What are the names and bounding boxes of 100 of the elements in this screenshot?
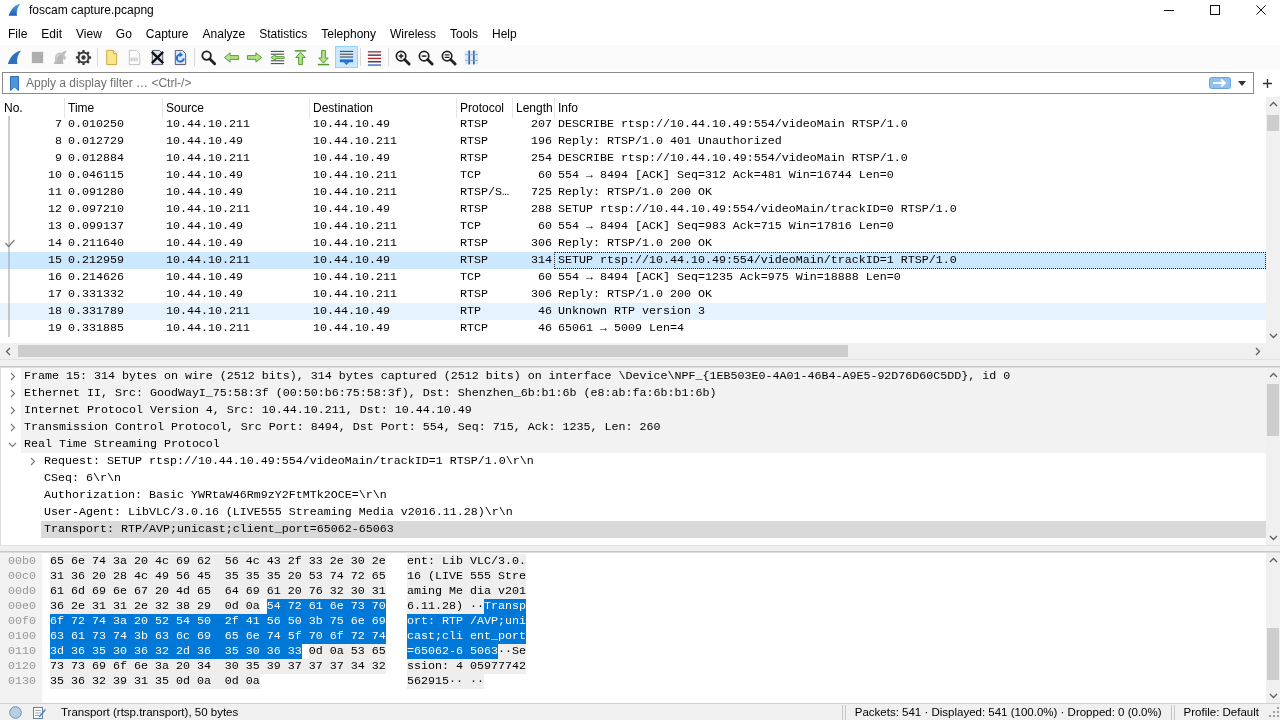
menu-item[interactable]: Go [108, 24, 139, 44]
menu-item[interactable]: Edit [34, 24, 70, 44]
tree-item[interactable]: Ethernet II, Src: GoodWayI_75:58:3f (00:50:b6:75:58:3f), Dst: Shenzhen_6b:b1:6b (e8:ab:fa:6b:b1:6b) [21, 385, 1266, 402]
chevron-right-icon[interactable] [9, 372, 16, 381]
table-cell-text: 10.44.10.49 [165, 167, 244, 184]
display-filter-field[interactable]: Apply a display filter … <Ctrl-/> [2, 72, 1254, 94]
packet-row[interactable]: 19 0.331885 10.44.10.211 10.44.10.49 RTCP 46 65061 → 5009 Len=4 [0, 320, 1266, 337]
status-circle-icon [9, 705, 22, 719]
vertical-scrollbar[interactable] [1266, 553, 1280, 703]
ascii-text: ort: RTP /AVP;uni [407, 614, 526, 629]
table-cell-text: 10 [47, 167, 63, 184]
tree-item[interactable]: User-Agent: LibVLC/3.0.16 (LIVE555 Streaming Media v2016.11.28)\r\n [41, 504, 1266, 521]
chevron-up-icon[interactable] [1268, 372, 1278, 378]
table-cell-text: RTSP [459, 252, 489, 269]
resize-grip-icon [1268, 706, 1280, 718]
table-cell-text: 60 [537, 269, 553, 286]
caret-down-icon [1238, 80, 1246, 86]
table-cell-text: RTSP [459, 201, 489, 218]
packet-row[interactable]: 11 0.091280 10.44.10.49 10.44.10.211 RTSP/S… 725 Reply: RTSP/1.0 200 OK [0, 184, 1266, 201]
hex-offset: 00b0 [7, 554, 36, 569]
table-cell-text: 0.099137 [67, 218, 125, 235]
table-cell-text: 10.44.10.49 [165, 218, 244, 235]
scrollbar-thumb[interactable] [1267, 384, 1279, 436]
table-cell-text: 0.214626 [67, 269, 125, 286]
table-cell-text: 0.097210 [67, 201, 125, 218]
packet-row[interactable]: 7 0.010250 10.44.10.211 10.44.10.49 RTSP 207 DESCRIBE rtsp://10.44.10.49:554/videoMain RTSP/1.0 [0, 116, 1266, 133]
chevron-right-icon[interactable] [1255, 346, 1261, 356]
table-cell-text: RTSP [459, 133, 489, 150]
table-cell-text: RTSP [459, 150, 489, 167]
packet-row[interactable]: 10 0.046115 10.44.10.49 10.44.10.211 TCP 60 554 → 8494 [ACK] Seq=312 Ack=481 Win=16744 Len=0 [0, 167, 1266, 184]
chevron-up-icon[interactable] [1268, 557, 1278, 563]
table-cell-text: RTSP [459, 235, 489, 252]
table-cell-text: 18 [47, 303, 63, 320]
tree-item[interactable]: Request: SETUP rtsp://10.44.10.49:554/videoMain/trackID=1 RTSP/1.0\r\n [41, 453, 1266, 470]
chevron-up-icon[interactable] [1268, 101, 1278, 107]
packet-counts-text: Packets: 541 · Displayed: 541 (100.0%) · Dropped: 0 (0.0%) [854, 706, 1162, 718]
chevron-down-icon[interactable] [8, 441, 17, 448]
hex-bytes: 36 2e 31 31 2e 32 38 29 0d 0a [50, 599, 260, 614]
table-cell-text: RTSP/S… [459, 184, 510, 201]
hex-offset: 00c0 [7, 569, 36, 584]
hex-offset: 00f0 [7, 614, 36, 629]
table-cell-text: 0.010250 [67, 116, 125, 133]
menu-item[interactable]: Analyze [195, 24, 253, 44]
table-cell-text: 10.44.10.211 [165, 150, 251, 167]
chevron-down-icon[interactable] [1268, 333, 1278, 339]
expert-info-button[interactable] [9, 705, 22, 719]
packet-row[interactable]: 15 0.212959 10.44.10.211 10.44.10.49 RTSP 314 SETUP rtsp://10.44.10.49:554/videoMain/trackID=1 RTSP/1.0 [0, 252, 1266, 269]
tree-item[interactable]: Internet Protocol Version 4, Src: 10.44.10.211, Dst: 10.44.10.49 [21, 402, 1266, 419]
packet-row[interactable]: 16 0.214626 10.44.10.49 10.44.10.211 TCP 60 554 → 8494 [ACK] Seq=1235 Ack=975 Win=18888 Len=0 [0, 269, 1266, 286]
vertical-scrollbar[interactable] [1266, 368, 1280, 545]
table-cell-text: 10.44.10.49 [165, 184, 244, 201]
comment-button[interactable] [33, 705, 46, 719]
hex-bytes: 31 36 20 28 4c 49 56 45 35 35 35 20 53 74 72 65 [50, 569, 386, 584]
menu-item[interactable]: Help [485, 24, 524, 44]
chevron-right-icon[interactable] [9, 423, 16, 432]
scrollbar-thumb[interactable] [18, 345, 848, 357]
packet-row[interactable]: 13 0.099137 10.44.10.49 10.44.10.211 TCP 60 554 → 8494 [ACK] Seq=983 Ack=715 Win=17816 Len=0 [0, 218, 1266, 235]
menu-item[interactable]: Statistics [252, 24, 315, 44]
table-cell-text: 46 [537, 320, 553, 337]
tree-item[interactable]: Transmission Control Protocol, Src Port: 8494, Dst Port: 554, Seq: 715, Ack: 1235, Len: 260 [21, 419, 1266, 436]
table-cell-text: Reply: RTSP/1.0 401 Unauthorized [557, 133, 783, 150]
chevron-down-icon[interactable] [1268, 693, 1278, 699]
packet-row[interactable]: 12 0.097210 10.44.10.211 10.44.10.49 RTSP 288 SETUP rtsp://10.44.10.49:554/videoMain/trackID=0 RTSP/1.0 [0, 201, 1266, 218]
packet-row[interactable]: 18 0.331789 10.44.10.211 10.44.10.49 RTP 46 Unknown RTP version 3 [0, 303, 1266, 320]
menu-item[interactable]: Wireless [383, 24, 443, 44]
tree-item[interactable]: CSeq: 6\r\n [41, 470, 1266, 487]
selected-field-text: Transport (rtsp.transport), 50 bytes [61, 706, 239, 718]
chevron-down-icon[interactable] [1268, 535, 1278, 541]
tree-item[interactable]: Transport: RTP/AVP;unicast;client_port=65062-65063 [41, 521, 1266, 538]
chevron-right-icon[interactable] [29, 457, 36, 466]
column-header[interactable]: Length [512, 98, 554, 118]
menu-item[interactable]: View [69, 24, 109, 44]
menu-item[interactable]: Capture [138, 24, 196, 44]
table-cell-text: 554 → 8494 [ACK] Seq=1235 Ack=975 Win=18888 Len=0 [557, 269, 902, 286]
ascii-text: ··Se [497, 644, 526, 659]
table-cell-text: 14 [47, 235, 63, 252]
packet-row[interactable]: 9 0.012884 10.44.10.211 10.44.10.49 RTSP 254 DESCRIBE rtsp://10.44.10.49:554/videoMain RTSP/1.0 [0, 150, 1266, 167]
menu-item[interactable]: Telephony [314, 24, 383, 44]
profile-button[interactable]: Profile: Default [1183, 706, 1259, 718]
vertical-scrollbar[interactable] [1266, 97, 1280, 343]
tree-item[interactable]: Authorization: Basic YWRtaW46Rm9zY2FtMTk2OCE=\r\n [41, 487, 1266, 504]
tree-item[interactable]: Real Time Streaming Protocol [21, 436, 1266, 453]
chevron-right-icon[interactable] [9, 406, 16, 415]
close-icon [1256, 4, 1266, 15]
display-filter-input[interactable]: Apply a display filter … <Ctrl-/> [23, 74, 1208, 92]
packet-row[interactable]: 14 0.211640 10.44.10.49 10.44.10.211 RTSP 306 Reply: RTSP/1.0 200 OK [0, 235, 1266, 252]
scrollbar-thumb[interactable] [1267, 628, 1279, 680]
chevron-left-icon[interactable] [5, 346, 11, 356]
table-cell-text: 0.091280 [67, 184, 125, 201]
table-cell-text: RTCP [459, 320, 489, 337]
table-cell-text: 10.44.10.211 [312, 235, 398, 252]
table-cell-text: 16 [47, 269, 63, 286]
menu-item[interactable]: File [1, 24, 35, 44]
packet-row[interactable]: 8 0.012729 10.44.10.49 10.44.10.211 RTSP 196 Reply: RTSP/1.0 401 Unauthorized [0, 133, 1266, 150]
chevron-right-icon[interactable] [9, 389, 16, 398]
packet-row[interactable]: 17 0.331332 10.44.10.49 10.44.10.211 RTSP 306 Reply: RTSP/1.0 200 OK [0, 286, 1266, 303]
menu-item[interactable]: Tools [443, 24, 485, 44]
tree-item[interactable]: Frame 15: 314 bytes on wire (2512 bits), 314 bytes captured (2512 bits) on interface \Device\NPF_{1EB503E0-4A01-46B4-A9E5-92D76D60C5DD}, id 0 [21, 368, 1266, 385]
horizontal-scrollbar[interactable] [0, 343, 1266, 359]
scrollbar-thumb[interactable] [1267, 115, 1279, 131]
